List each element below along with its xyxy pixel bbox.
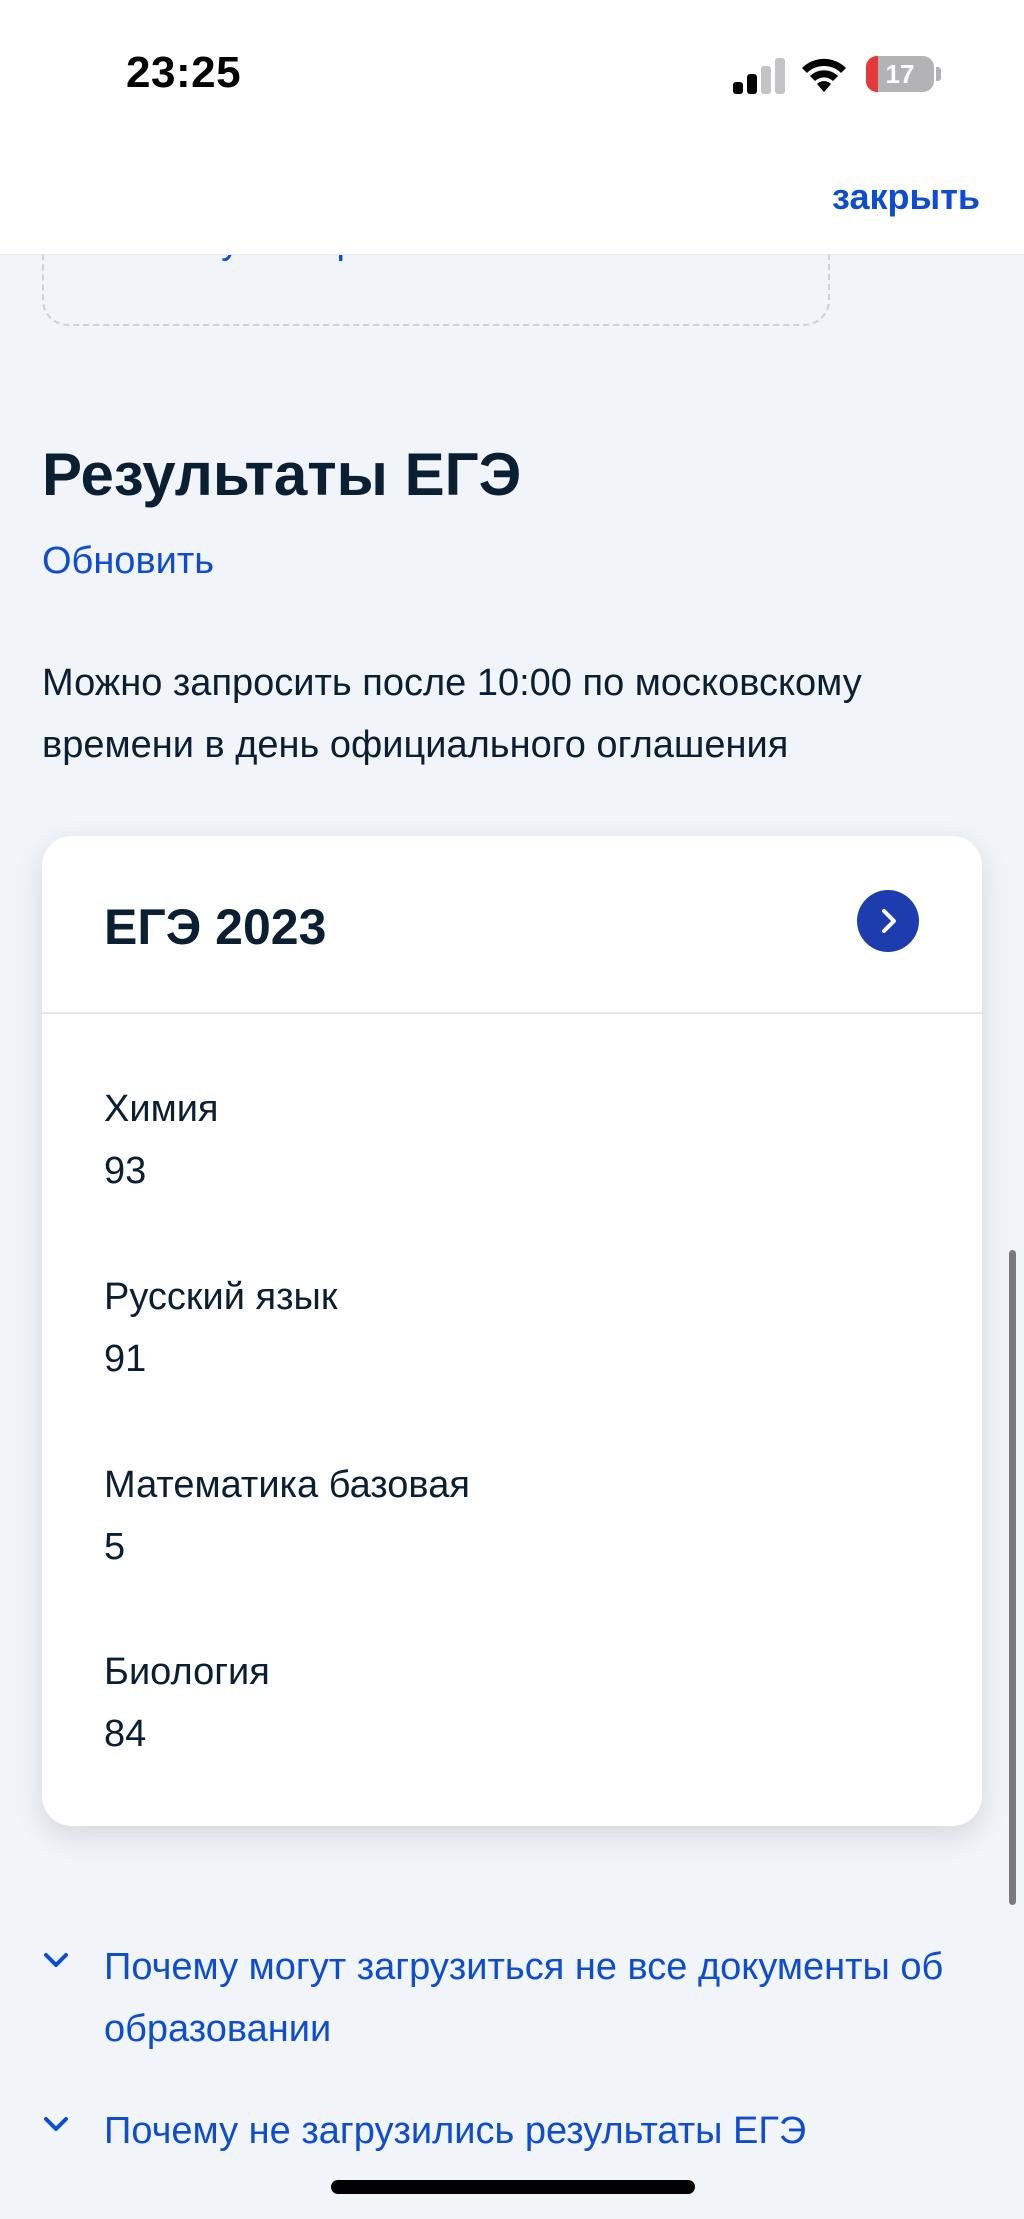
refresh-link[interactable]: Обновить [42,540,214,583]
subject-name: Химия [104,1088,219,1130]
subject-name: Биология [104,1651,270,1693]
subject-score: 93 [104,1150,147,1192]
status-time: 23:25 [126,48,242,97]
subject-row: Биология 84 [104,1641,904,1765]
subject-score: 84 [104,1713,147,1755]
subject-name: Русский язык [104,1276,338,1318]
faq-label: Почему могут загрузиться не все документ… [104,1946,944,2050]
status-bar: 23:25 17 [0,0,1024,150]
battery-icon: 17 [866,56,934,92]
faq-label: Почему не загрузились результаты ЕГЭ [104,2110,807,2152]
battery-tip [936,67,941,81]
subject-row: Математика базовая 5 [104,1454,904,1578]
exam-results-card: ЕГЭ 2023 Химия 93 Русский язык 91 Матема… [42,836,982,1826]
chevron-right-icon[interactable] [857,890,919,952]
home-indicator[interactable] [331,2180,695,2194]
close-button[interactable]: закрыть [832,176,980,218]
subject-row: Химия 93 [104,1078,904,1202]
cellular-signal-icon [733,56,785,94]
exam-card-header[interactable]: ЕГЭ 2023 [42,836,982,1014]
chevron-down-icon [44,2117,68,2131]
section-title: Результаты ЕГЭ [42,441,522,508]
subject-row: Русский язык 91 [104,1266,904,1390]
top-bar: закрыть [0,150,1024,255]
info-text: Можно запросить после 10:00 по московско… [42,662,862,766]
chevron-down-icon [44,1953,68,1967]
scrollbar[interactable] [1009,1250,1016,1905]
wifi-icon [800,54,848,94]
battery-percent: 17 [885,59,915,89]
subject-name: Математика базовая [104,1464,470,1506]
subject-score: 5 [104,1526,126,1568]
subject-score: 91 [104,1338,147,1380]
exam-card-title: ЕГЭ 2023 [104,899,327,955]
